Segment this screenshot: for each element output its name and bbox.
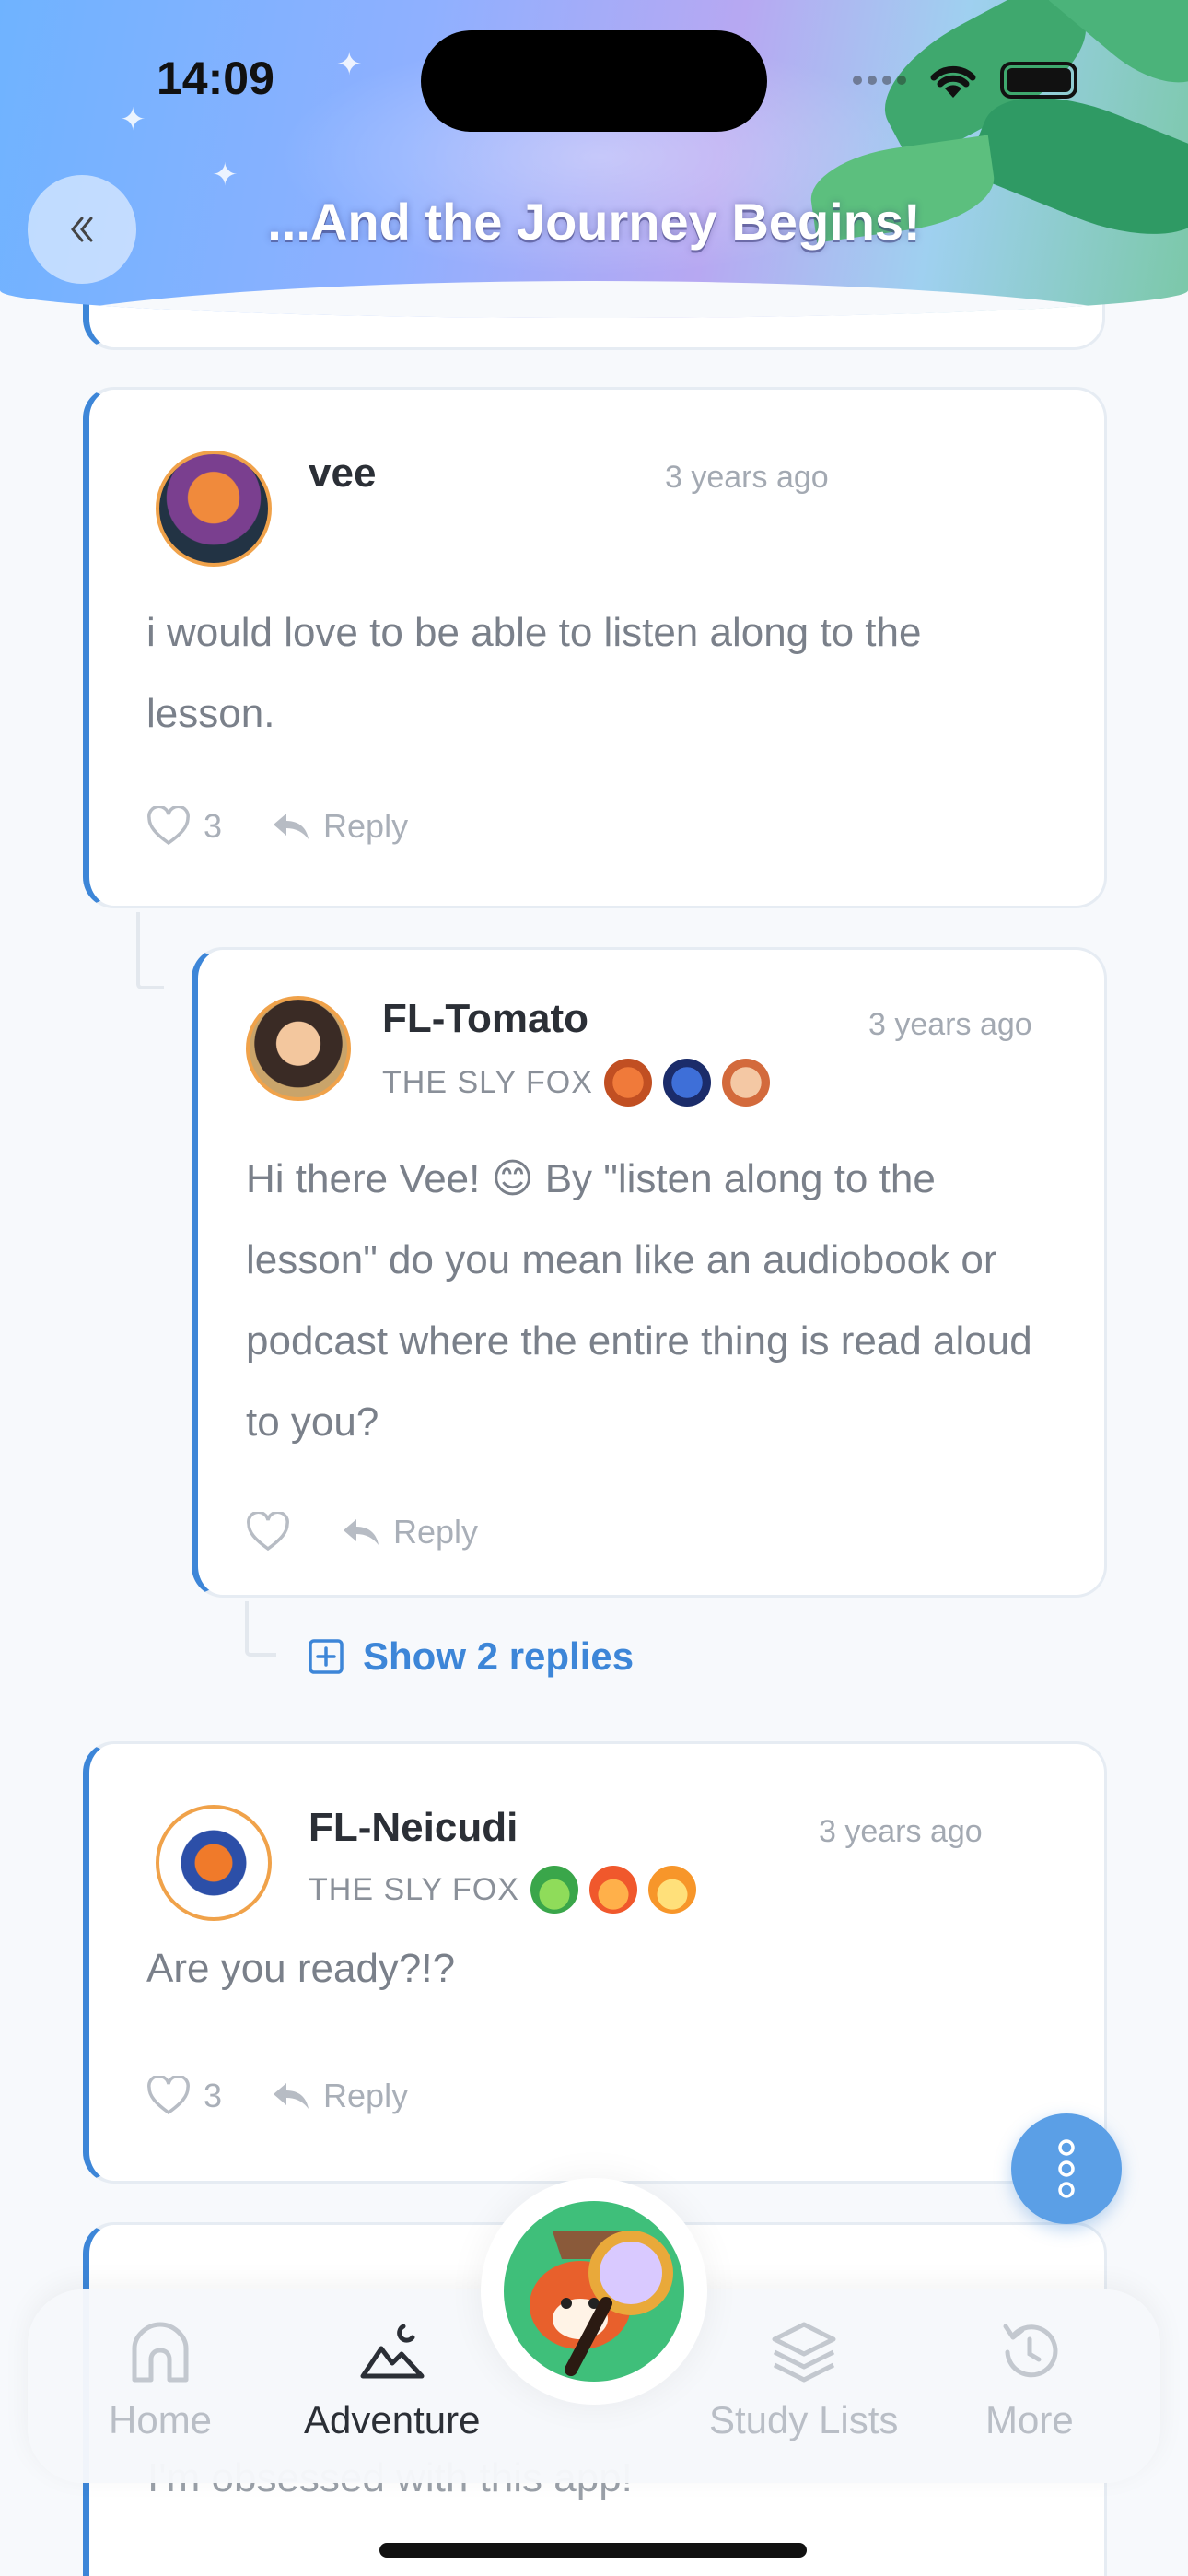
reply-button[interactable]: Reply [270, 807, 408, 846]
thread-connector [136, 912, 164, 989]
vertical-dots-icon [1058, 2139, 1075, 2198]
rank-label: THE SLY FOX [309, 1871, 519, 1907]
comment-username[interactable]: FL-Tomato [382, 996, 588, 1042]
plus-square-icon [309, 1639, 344, 1674]
reply-label: Reply [323, 807, 409, 845]
green-flame-badge-icon [530, 1866, 578, 1914]
status-icons [853, 61, 1077, 100]
fox-hat-badge-icon [721, 1059, 770, 1107]
avatar[interactable] [156, 451, 272, 567]
bird-icon: ✦ [212, 158, 239, 193]
reply-arrow-icon [274, 814, 309, 839]
bird-icon: ✦ [120, 102, 146, 137]
tab-label: Adventure [304, 2398, 481, 2441]
comment-card: FL-Neicudi 3 years ago THE SLY FOX Are y… [83, 1741, 1107, 2184]
tab-label: Study Lists [709, 2398, 899, 2441]
comment-actions: 3 Reply [146, 2076, 408, 2116]
thread-connector [245, 1601, 276, 1657]
tab-label: More [985, 2398, 1074, 2441]
history-icon [1003, 2324, 1058, 2378]
search-mascot-button[interactable] [481, 2178, 707, 2405]
layers-icon [772, 2322, 836, 2383]
comment-username[interactable]: vee [309, 451, 376, 497]
show-replies-button[interactable]: Show 2 replies [308, 1634, 634, 1679]
comment-timestamp: 3 years ago [868, 1007, 1032, 1042]
tab-study-lists[interactable]: Study Lists [709, 2317, 898, 2442]
rank-label: THE SLY FOX [382, 1064, 593, 1100]
like-count: 3 [204, 2077, 223, 2114]
status-time: 14:09 [157, 53, 274, 104]
heart-icon [147, 806, 190, 846]
header: ✦ ✦ ✦ 14:09 ...And the Journey Begins! [0, 0, 1188, 318]
comment-text: Are you ready?!? [146, 1946, 456, 1991]
comment-timestamp: 3 years ago [819, 1814, 983, 1849]
reply-label: Reply [393, 1513, 479, 1551]
comment-username[interactable]: FL-Neicudi [309, 1805, 518, 1851]
comment-text: Hi there Vee! 😊 By "listen along to the … [246, 1156, 1032, 1445]
show-replies-label: Show 2 replies [363, 1634, 635, 1678]
avatar[interactable] [156, 1805, 272, 1921]
bird-icon: ✦ [336, 47, 363, 82]
red-panda-badge-icon [603, 1059, 652, 1107]
reply-card: FL-Tomato 3 years ago THE SLY FOX Hi the… [192, 947, 1107, 1598]
comment-actions: Reply [246, 1512, 478, 1552]
battery-icon [1000, 62, 1077, 99]
home-indicator [379, 2543, 807, 2558]
like-button[interactable]: 3 [146, 806, 222, 847]
dynamic-island [421, 30, 767, 132]
tab-home[interactable]: Home [109, 2317, 212, 2442]
comment-actions: 3 Reply [146, 806, 408, 847]
heart-icon [147, 2076, 190, 2115]
tab-label: Home [109, 2398, 213, 2441]
comment-text: i would love to be able to listen along … [146, 610, 922, 736]
avatar[interactable] [246, 996, 351, 1101]
like-button[interactable] [246, 1512, 303, 1552]
red-panda-magnifier-icon [504, 2201, 684, 2382]
more-options-button[interactable] [1011, 2113, 1122, 2224]
mountain-icon [360, 2324, 425, 2379]
reply-button[interactable]: Reply [270, 2077, 408, 2115]
comment-timestamp: 3 years ago [665, 460, 829, 495]
header-curve [0, 281, 1188, 318]
user-rank: THE SLY FOX [382, 1059, 770, 1107]
orange-flame-badge-icon [647, 1866, 696, 1914]
reply-arrow-icon [274, 2083, 309, 2109]
fox-mask-badge-icon [662, 1059, 711, 1107]
like-button[interactable]: 3 [146, 2076, 222, 2116]
heart-icon [247, 1512, 289, 1551]
wifi-icon [930, 65, 976, 98]
tab-more[interactable]: More [985, 2317, 1074, 2442]
page-title: ...And the Journey Begins! [267, 193, 921, 251]
user-rank: THE SLY FOX [309, 1866, 696, 1914]
home-icon [132, 2322, 189, 2383]
tab-adventure[interactable]: Adventure [304, 2317, 480, 2442]
reply-button[interactable]: Reply [340, 1513, 478, 1551]
red-flame-badge-icon [588, 1866, 637, 1914]
like-count: 3 [204, 807, 223, 845]
reply-label: Reply [323, 2077, 409, 2114]
signal-icon [853, 76, 906, 85]
reply-arrow-icon [344, 1519, 379, 1545]
comment-card: vee 3 years ago i would love to be able … [83, 387, 1107, 908]
